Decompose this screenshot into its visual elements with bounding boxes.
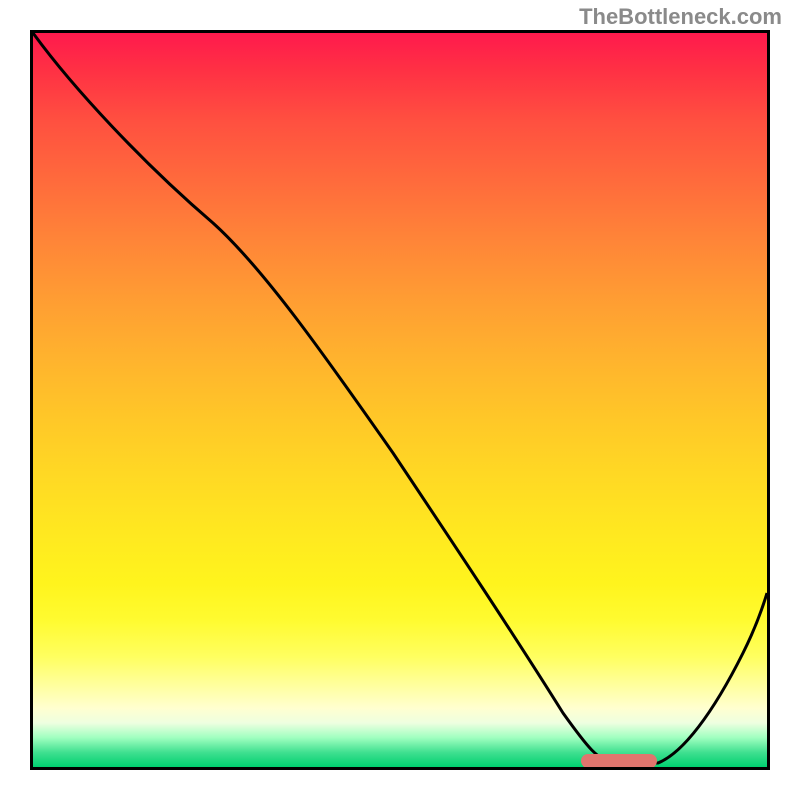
optimal-range-marker <box>581 754 657 768</box>
watermark-text: TheBottleneck.com <box>579 4 782 30</box>
chart-container: TheBottleneck.com <box>0 0 800 800</box>
curve-path <box>33 33 767 763</box>
plot-frame <box>30 30 770 770</box>
bottleneck-curve <box>33 33 767 767</box>
